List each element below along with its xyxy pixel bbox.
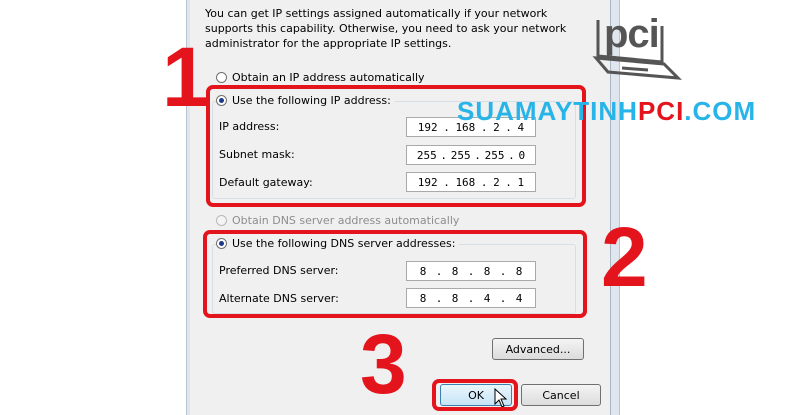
description-text: You can get IP settings assigned automat… [205,7,567,50]
obtain-ip-auto-label: Obtain an IP address automatically [232,71,425,84]
step-number-1: 1 [162,30,209,124]
logo-text: pci [604,12,660,56]
step-number-2: 2 [601,210,648,304]
step-number-3: 3 [360,317,407,411]
obtain-ip-auto-radio[interactable]: Obtain an IP address automatically [216,71,425,84]
watermark-text: SUAMAYTINHPCI.COM [457,96,756,127]
radio-button-disabled[interactable] [216,215,227,226]
obtain-dns-auto-radio[interactable]: Obtain DNS server address automatically [216,214,459,227]
cancel-button[interactable]: Cancel [521,384,601,406]
watermark-part-2: PCI [637,96,685,126]
radio-button[interactable] [216,72,227,83]
watermark-part-3: .COM [684,96,757,126]
watermark-part-1: SUAMAYTINH [457,96,638,126]
advanced-button[interactable]: Advanced... [492,338,584,360]
highlight-ok-button [432,379,518,411]
pci-logo: pci [592,12,682,82]
highlight-dns-settings [203,230,587,318]
obtain-dns-auto-label: Obtain DNS server address automatically [232,214,460,227]
